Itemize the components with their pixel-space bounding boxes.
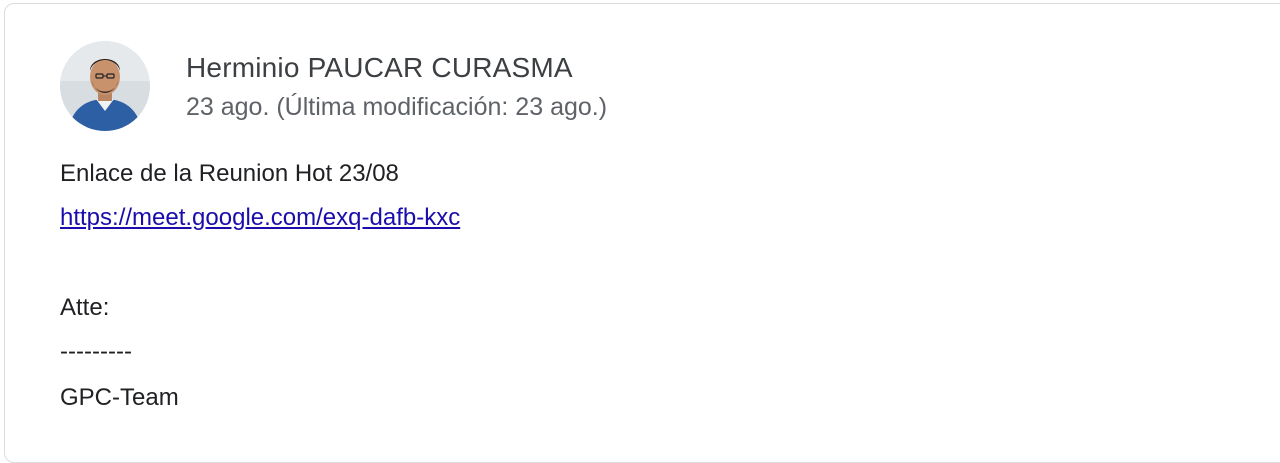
announcement-card: Herminio PAUCAR CURASMA 23 ago. (Última …: [4, 3, 1280, 463]
avatar[interactable]: [60, 41, 150, 131]
author-name: Herminio PAUCAR CURASMA: [186, 52, 573, 83]
signature-label: Atte:: [60, 294, 110, 321]
signature-separator: ---------: [60, 338, 132, 365]
team-name: GPC-Team: [60, 384, 179, 411]
post-body-line: Enlace de la Reunion Hot 23/08: [60, 160, 399, 187]
meeting-link[interactable]: https://meet.google.com/exq-dafb-kxc: [60, 204, 460, 232]
post-date: 23 ago. (Última modificación: 23 ago.): [186, 93, 608, 121]
user-profile-photo-icon: [60, 41, 150, 131]
